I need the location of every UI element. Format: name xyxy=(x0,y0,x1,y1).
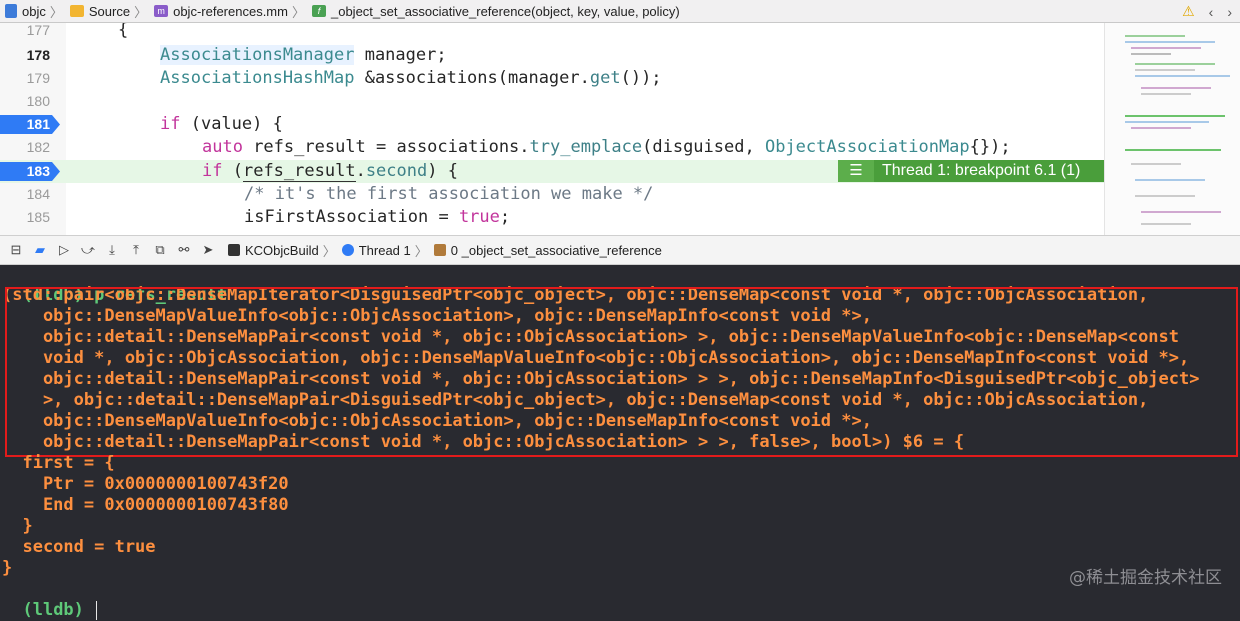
source-editor[interactable]: 177 { 178 AssociationsManager manager; 1… xyxy=(0,23,1240,235)
code-line[interactable]: 177 { xyxy=(0,23,1104,42)
code-line[interactable]: 182 auto refs_result = associations.try_… xyxy=(0,136,1104,159)
line-number: 177 xyxy=(26,23,50,38)
step-out-icon[interactable]: ⤒ xyxy=(124,242,148,258)
jumpbar-label: _object_set_associative_reference(object… xyxy=(330,3,680,19)
output-body-line: } xyxy=(2,558,13,578)
warning-icon[interactable]: ⚠ xyxy=(1182,3,1195,20)
code-line[interactable]: 181 if (value) { xyxy=(0,113,1104,136)
mm-file-icon: m xyxy=(154,5,169,17)
line-number: 183 xyxy=(26,163,50,179)
view-hierarchy-icon[interactable]: ⧉ xyxy=(148,242,172,258)
code-text: AssociationsManager manager; xyxy=(160,45,447,65)
simulate-location-icon[interactable]: ➤ xyxy=(196,242,220,258)
line-number: 181 xyxy=(26,116,50,132)
hamburger-icon[interactable]: ☰ xyxy=(838,160,874,182)
code-text: { xyxy=(118,23,129,40)
breakpoint-annotation-label: Thread 1: breakpoint 6.1 (1) xyxy=(882,162,1081,179)
code-line[interactable]: 180 xyxy=(0,90,1104,113)
breakpoint-annotation[interactable]: ☰ Thread 1: breakpoint 6.1 (1) xyxy=(838,160,1104,182)
text-caret xyxy=(96,600,98,620)
output-body-line: End = 0x0000000100743f80 xyxy=(2,495,289,515)
memory-graph-icon[interactable]: ⚯ xyxy=(172,242,196,258)
chevron-right-icon: 〉 xyxy=(134,4,148,20)
debug-breadcrumb-frame[interactable]: 0 _object_set_associative_reference xyxy=(430,243,662,258)
chevron-right-icon: 〉 xyxy=(322,243,336,259)
debug-breadcrumb-scheme[interactable]: KCObjcBuild xyxy=(224,243,319,258)
jump-bar: objc 〉 Source 〉 m objc-references.mm 〉 f… xyxy=(0,0,1240,23)
debug-bar: ⊟ ▰ ▷ ⤻ ⤓ ⤒ ⧉ ⚯ ➤ KCObjcBuild 〉 Thread 1… xyxy=(0,235,1240,265)
code-text: auto refs_result = associations.try_empl… xyxy=(202,137,1011,157)
code-line[interactable]: 179 AssociationsHashMap &associations(ma… xyxy=(0,67,1104,90)
debug-breadcrumb-thread[interactable]: Thread 1 xyxy=(338,243,411,258)
code-line[interactable]: 178 AssociationsManager manager; xyxy=(0,44,1104,67)
jumpbar-item-project[interactable]: objc xyxy=(0,0,46,23)
code-comment: /* it's the first association we make */ xyxy=(244,184,654,204)
watermark: @稀土掘金技术社区 xyxy=(1069,568,1222,588)
step-into-icon[interactable]: ⤓ xyxy=(100,242,124,258)
continue-icon[interactable]: ▷ xyxy=(52,242,76,258)
jumpbar-label: Source xyxy=(88,3,131,19)
code-text: AssociationsHashMap &associations(manage… xyxy=(160,68,662,88)
forward-icon[interactable]: › xyxy=(1227,4,1232,20)
jumpbar-label: objc xyxy=(22,3,46,19)
highlight-box xyxy=(5,287,1238,457)
thread-label: Thread 1 xyxy=(358,242,411,258)
breakpoints-toggle-icon[interactable]: ▰ xyxy=(28,242,52,258)
jumpbar-item-folder[interactable]: Source xyxy=(65,0,130,23)
terminal-icon xyxy=(228,244,240,256)
frame-label: 0 _object_set_associative_reference xyxy=(450,242,662,258)
jumpbar-item-file[interactable]: m objc-references.mm xyxy=(149,0,288,23)
chevron-right-icon: 〉 xyxy=(291,4,305,20)
chevron-right-icon: 〉 xyxy=(49,4,63,20)
function-icon: f xyxy=(311,5,326,17)
code-line[interactable]: 185 isFirstAssociation = true; xyxy=(0,206,1104,229)
step-over-icon[interactable]: ⤻ xyxy=(76,242,100,258)
code-line[interactable]: 184 /* it's the first association we mak… xyxy=(0,183,1104,206)
minimap[interactable] xyxy=(1104,23,1240,235)
jumpbar-item-function[interactable]: f _object_set_associative_reference(obje… xyxy=(307,0,680,23)
hide-debug-area-icon[interactable]: ⊟ xyxy=(4,242,28,258)
output-body-line: Ptr = 0x0000000100743f20 xyxy=(2,474,289,494)
output-body-line: second = true xyxy=(2,537,156,557)
console-input-line[interactable]: (lldb) xyxy=(2,579,98,621)
scheme-label: KCObjcBuild xyxy=(245,242,319,258)
jumpbar-right-controls: ⚠ ‹ › xyxy=(1182,0,1232,23)
code-text: isFirstAssociation = true; xyxy=(244,207,511,227)
folder-icon xyxy=(69,5,84,17)
line-number: 179 xyxy=(26,70,50,86)
output-body-line: } xyxy=(2,516,33,536)
lldb-prompt: (lldb) xyxy=(22,600,84,620)
stack-frame-icon xyxy=(433,244,446,256)
line-number: 185 xyxy=(26,209,50,225)
line-number: 180 xyxy=(26,93,50,109)
line-number: 178 xyxy=(26,47,50,63)
chevron-right-icon: 〉 xyxy=(414,243,428,259)
output-body-line: first = { xyxy=(2,453,115,473)
code-text: if (refs_result.second) { xyxy=(202,161,458,182)
project-icon xyxy=(5,4,17,18)
thread-icon xyxy=(341,244,354,256)
line-number: 184 xyxy=(26,186,50,202)
back-icon[interactable]: ‹ xyxy=(1209,4,1214,20)
jumpbar-label: objc-references.mm xyxy=(173,3,288,19)
code-text: if (value) { xyxy=(160,114,283,134)
line-number: 182 xyxy=(26,139,50,155)
